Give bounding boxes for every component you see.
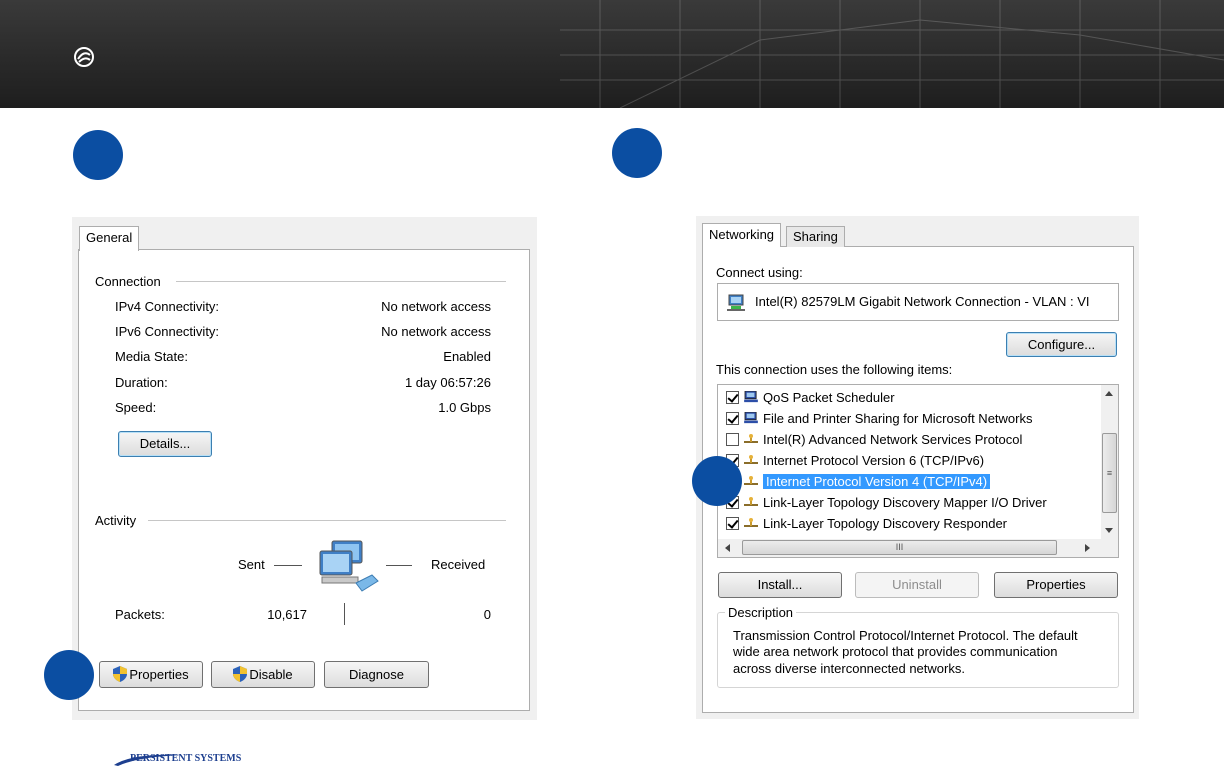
horizontal-scroll-thumb[interactable]: III (742, 540, 1057, 555)
tab-general[interactable]: General (79, 226, 140, 251)
status-dialog: General Connection IPv4 Connectivity: No… (72, 217, 537, 720)
diagnose-button[interactable]: Diagnose (324, 661, 429, 688)
scroll-grip-icon: III (895, 542, 904, 552)
tab-networking-label: Networking (709, 227, 775, 242)
received-line (386, 565, 412, 566)
speed-value: 1.0 Gbps (438, 400, 491, 415)
list-item-label: File and Printer Sharing for Microsoft N… (763, 411, 1033, 426)
packets-received-value: 0 (483, 607, 491, 622)
description-label: Description (725, 605, 797, 620)
properties-button[interactable]: Properties (99, 661, 203, 688)
install-button[interactable]: Install... (718, 572, 842, 598)
header-banner (0, 0, 1224, 108)
scroll-down-arrow-icon[interactable] (1105, 528, 1113, 533)
list-item-label-selected: Internet Protocol Version 4 (TCP/IPv4) (763, 474, 991, 489)
network-client-icon (744, 412, 758, 424)
step-marker-3 (44, 650, 94, 700)
media-state-label: Media State: (115, 349, 188, 364)
list-item-label: QoS Packet Scheduler (763, 390, 895, 405)
properties-dialog: Networking Sharing Connect using: Intel(… (696, 216, 1139, 719)
media-state-value: Enabled (443, 349, 491, 364)
list-item-lltd-responder[interactable]: Link-Layer Topology Discovery Responder (726, 513, 1007, 534)
scroll-left-arrow-icon[interactable] (725, 544, 730, 552)
ipv6-connectivity-value: No network access (381, 324, 491, 339)
list-item-label: Link-Layer Topology Discovery Mapper I/O… (763, 495, 1047, 510)
network-client-icon (744, 391, 758, 403)
packets-sent-value: 10,617 (267, 607, 307, 622)
received-label: Received (431, 557, 486, 572)
item-properties-button[interactable]: Properties (994, 572, 1118, 598)
vertical-scrollbar[interactable]: ≡ (1101, 385, 1118, 539)
description-line-2: wide area network protocol that provides… (733, 644, 1058, 659)
adapter-field: Intel(R) 82579LM Gigabit Network Connect… (717, 283, 1119, 321)
company-logo-icon (74, 47, 94, 67)
uninstall-button[interactable]: Uninstall (855, 572, 979, 598)
list-item-file-printer-sharing[interactable]: File and Printer Sharing for Microsoft N… (726, 408, 1032, 429)
protocol-icon (744, 434, 758, 443)
checkbox[interactable] (726, 412, 739, 425)
protocol-icon (744, 455, 758, 464)
uac-shield-icon (113, 666, 128, 682)
protocol-icon (744, 518, 758, 527)
connection-group-line (176, 281, 506, 282)
sent-label: Sent (238, 557, 265, 572)
tab-general-label: General (86, 230, 133, 245)
properties-button-label: Properties (129, 667, 189, 682)
protocol-icon (744, 476, 758, 485)
items-label: This connection uses the following items… (716, 362, 953, 377)
protocol-icon (744, 497, 758, 506)
list-item-lltd-mapper[interactable]: Link-Layer Topology Discovery Mapper I/O… (726, 492, 1047, 513)
sent-line (274, 565, 302, 566)
tab-networking[interactable]: Networking (702, 223, 782, 247)
footer-logo: PERSISTENT SYSTEMS (112, 751, 262, 767)
activity-group-line (148, 520, 506, 521)
scroll-up-arrow-icon[interactable] (1105, 391, 1113, 396)
duration-value: 1 day 06:57:26 (404, 375, 491, 390)
banner-grid-pattern (560, 0, 1224, 108)
uac-shield-icon (233, 666, 248, 682)
step-marker-4 (692, 456, 742, 506)
tab-sharing-label: Sharing (793, 229, 838, 244)
footer-logo-text: PERSISTENT SYSTEMS (130, 753, 242, 764)
general-tab-page (78, 249, 530, 711)
items-listbox[interactable]: QoS Packet Scheduler File and Printer Sh… (717, 384, 1119, 558)
adapter-name: Intel(R) 82579LM Gigabit Network Connect… (755, 294, 1090, 309)
disable-button-label: Disable (249, 667, 293, 682)
duration-label: Duration: (115, 375, 168, 390)
description-line-3: across diverse interconnected networks. (733, 661, 965, 676)
step-marker-1 (73, 130, 123, 180)
list-item-label: Intel(R) Advanced Network Services Proto… (763, 432, 1023, 447)
vertical-scroll-thumb[interactable]: ≡ (1102, 433, 1117, 513)
scroll-grip-icon: ≡ (1106, 468, 1113, 478)
list-item-label: Link-Layer Topology Discovery Responder (763, 516, 1007, 531)
ipv4-connectivity-value: No network access (381, 299, 491, 314)
details-button[interactable]: Details... (118, 431, 212, 457)
list-item-intel-ans[interactable]: Intel(R) Advanced Network Services Proto… (726, 429, 1022, 450)
horizontal-scrollbar[interactable]: III (718, 539, 1118, 557)
checkbox[interactable] (726, 433, 739, 446)
checkbox[interactable] (726, 517, 739, 530)
list-item-ipv6[interactable]: Internet Protocol Version 6 (TCP/IPv6) (726, 450, 984, 471)
packets-label: Packets: (115, 607, 165, 622)
packets-divider (344, 603, 345, 625)
disable-button[interactable]: Disable (211, 661, 315, 688)
activity-group-label: Activity (95, 513, 143, 528)
ipv6-connectivity-label: IPv6 Connectivity: (115, 324, 220, 339)
network-computers-icon (319, 540, 379, 592)
network-adapter-icon (727, 294, 745, 311)
list-item-label: Internet Protocol Version 6 (TCP/IPv6) (763, 453, 985, 468)
step-marker-2 (612, 128, 662, 178)
scroll-right-arrow-icon[interactable] (1085, 544, 1090, 552)
checkbox[interactable] (726, 391, 739, 404)
connect-using-label: Connect using: (716, 265, 803, 280)
list-item-ipv4[interactable]: Internet Protocol Version 4 (TCP/IPv4) (726, 471, 991, 492)
configure-button[interactable]: Configure... (1006, 332, 1117, 357)
description-line-1: Transmission Control Protocol/Internet P… (733, 628, 1078, 643)
list-item-qos[interactable]: QoS Packet Scheduler (726, 387, 895, 408)
speed-label: Speed: (115, 400, 157, 415)
ipv4-connectivity-label: IPv4 Connectivity: (115, 299, 220, 314)
connection-group-label: Connection (95, 274, 167, 289)
tab-sharing[interactable]: Sharing (786, 226, 845, 247)
